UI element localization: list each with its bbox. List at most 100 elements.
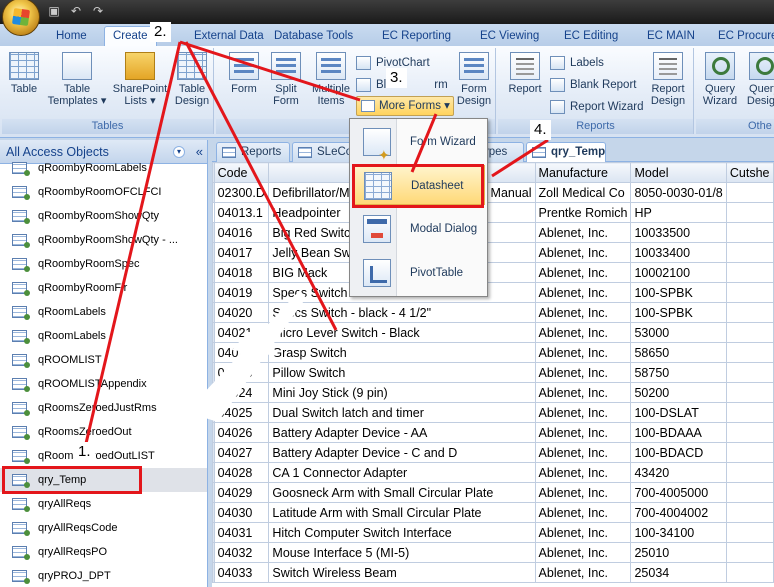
- table-cell[interactable]: Ablenet, Inc.: [534, 302, 632, 323]
- nav-item[interactable]: qRoombyRoomSpec: [0, 252, 207, 276]
- table-cell[interactable]: 04026: [213, 422, 270, 443]
- tab-create[interactable]: Create: [104, 26, 157, 47]
- table-cell[interactable]: [725, 402, 774, 423]
- table-row[interactable]: 04021 Micro Lever Switch - Black Ablenet, …: [212, 322, 774, 343]
- table-cell[interactable]: Mouse Interface 5 (MI-5): [268, 542, 536, 563]
- table-cell[interactable]: [725, 562, 774, 583]
- table-row[interactable]: 04026 Battery Adapter Device - AA Ablenet,…: [212, 422, 774, 443]
- query-design-button[interactable]: Query Design: [744, 52, 774, 107]
- table-cell[interactable]: 700-4004002: [630, 502, 727, 523]
- nav-item[interactable]: qryPROJ_DPT: [0, 564, 207, 587]
- report-button[interactable]: Report: [506, 52, 544, 95]
- table-templates-button[interactable]: Table Templates ▾: [46, 52, 108, 107]
- table-cell[interactable]: 04025: [213, 402, 270, 423]
- labels-button[interactable]: Labels: [550, 54, 604, 72]
- table-cell[interactable]: 100-DSLAT: [630, 402, 727, 423]
- table-row[interactable]: 04028 CA 1 Connector Adapter Ablenet, Inc.…: [212, 462, 774, 483]
- table-cell[interactable]: [725, 442, 774, 463]
- table-cell[interactable]: [725, 502, 774, 523]
- table-cell[interactable]: 10033400: [630, 242, 727, 263]
- table-cell[interactable]: Micro Lever Switch - Black: [268, 322, 536, 343]
- table-cell[interactable]: 04033: [213, 562, 270, 583]
- table-row[interactable]: 04031 Hitch Computer Switch Interface Able…: [212, 522, 774, 543]
- table-cell[interactable]: 58750: [630, 362, 727, 383]
- menu-item-form-wizard[interactable]: Form Wizard: [352, 122, 485, 175]
- nav-item[interactable]: qRoombyRoomShowQty: [0, 204, 207, 228]
- nav-item[interactable]: qRoombyRoomShowQty - ...: [0, 228, 207, 252]
- table-cell[interactable]: [725, 482, 774, 503]
- column-header[interactable]: Model: [630, 162, 727, 183]
- nav-item[interactable]: qRoomsZeroedOut: [0, 420, 207, 444]
- table-cell[interactable]: Ablenet, Inc.: [534, 402, 632, 423]
- menu-item-pivottable[interactable]: PivotTable: [352, 253, 485, 293]
- table-cell[interactable]: 04016: [213, 222, 270, 243]
- table-cell[interactable]: 04022: [213, 342, 270, 363]
- table-cell[interactable]: Grasp Switch: [268, 342, 536, 363]
- table-cell[interactable]: [725, 322, 774, 343]
- table-row[interactable]: 04013.1 Headpointer Prentke Romich HP: [212, 202, 774, 223]
- multiple-items-button[interactable]: Multiple Items: [308, 52, 354, 107]
- table-cell[interactable]: [725, 202, 774, 223]
- nav-item[interactable]: qRoomLabels: [0, 300, 207, 324]
- redo-icon[interactable]: ↷: [90, 3, 106, 19]
- table-row[interactable]: 04032 Mouse Interface 5 (MI-5) Ablenet, In…: [212, 542, 774, 563]
- table-row[interactable]: 04023 Pillow Switch Ablenet, Inc. 58750: [212, 362, 774, 383]
- report-design-button[interactable]: Report Design: [646, 52, 690, 107]
- table-cell[interactable]: Ablenet, Inc.: [534, 242, 632, 263]
- table-cell[interactable]: [725, 222, 774, 243]
- table-row[interactable]: 04030 Latitude Arm with Small Circular Pl…: [212, 502, 774, 523]
- table-cell[interactable]: Hitch Computer Switch Interface: [268, 522, 536, 543]
- table-cell[interactable]: 04028: [213, 462, 270, 483]
- table-cell[interactable]: 04032: [213, 542, 270, 563]
- table-cell[interactable]: Ablenet, Inc.: [534, 322, 632, 343]
- undo-icon[interactable]: ↶: [68, 3, 84, 19]
- table-cell[interactable]: 04019: [213, 282, 270, 303]
- table-cell[interactable]: 04020: [213, 302, 270, 323]
- table-cell[interactable]: [725, 362, 774, 383]
- nav-item[interactable]: qRoombyRoomLabels: [0, 156, 207, 180]
- table-cell[interactable]: 100-34100: [630, 522, 727, 543]
- table-cell[interactable]: 53000: [630, 322, 727, 343]
- column-header[interactable]: Cutshe: [725, 162, 774, 183]
- blank-report-button[interactable]: Blank Report: [550, 76, 636, 94]
- table-cell[interactable]: 100-SPBK: [630, 302, 727, 323]
- table-cell[interactable]: Ablenet, Inc.: [534, 542, 632, 563]
- table-cell[interactable]: [725, 462, 774, 483]
- query-wizard-button[interactable]: Query Wizard: [700, 52, 740, 107]
- table-cell[interactable]: 04029: [213, 482, 270, 503]
- split-form-button[interactable]: Split Form: [268, 52, 304, 107]
- table-cell[interactable]: Ablenet, Inc.: [534, 262, 632, 283]
- tab-home[interactable]: Home: [48, 27, 95, 46]
- table-cell[interactable]: 100-BDAAA: [630, 422, 727, 443]
- save-icon[interactable]: ▣: [46, 3, 62, 19]
- table-cell[interactable]: Ablenet, Inc.: [534, 342, 632, 363]
- nav-item[interactable]: qRoomLabels: [0, 324, 207, 348]
- nav-item[interactable]: qRoomsZeroedJustRms: [0, 396, 207, 420]
- table-cell[interactable]: 04013.1: [213, 202, 270, 223]
- table-cell[interactable]: Ablenet, Inc.: [534, 522, 632, 543]
- table-row[interactable]: 04029 Goosneck Arm with Small Circular Pl…: [212, 482, 774, 503]
- table-cell[interactable]: 58650: [630, 342, 727, 363]
- table-cell[interactable]: [725, 422, 774, 443]
- table-row[interactable]: 04020 Specs Switch - black - 4 1/2" Ablene…: [212, 302, 774, 323]
- more-forms-button[interactable]: More Forms ▾: [356, 96, 454, 116]
- sharepoint-lists-button[interactable]: SharePoint Lists ▾: [110, 52, 170, 107]
- nav-item[interactable]: qryAllReqs: [0, 492, 207, 516]
- nav-item[interactable]: qRoombyRoomFlr: [0, 276, 207, 300]
- table-cell[interactable]: Ablenet, Inc.: [534, 482, 632, 503]
- table-cell[interactable]: Ablenet, Inc.: [534, 282, 632, 303]
- tab-database-tools[interactable]: Database Tools: [266, 27, 361, 46]
- table-cell[interactable]: 04018: [213, 262, 270, 283]
- table-cell[interactable]: 04023: [213, 362, 270, 383]
- table-row[interactable]: 04033 Switch Wireless Beam Ablenet, Inc. 25…: [212, 562, 774, 583]
- table-cell[interactable]: 50200: [630, 382, 727, 403]
- table-cell[interactable]: Ablenet, Inc.: [534, 442, 632, 463]
- table-cell[interactable]: 10002100: [630, 262, 727, 283]
- menu-item-datasheet[interactable]: Datasheet: [352, 165, 485, 205]
- table-cell[interactable]: [725, 522, 774, 543]
- table-cell[interactable]: 04021: [213, 322, 270, 343]
- table-cell[interactable]: 04024: [213, 382, 270, 403]
- table-cell[interactable]: [725, 342, 774, 363]
- table-cell[interactable]: HP: [630, 202, 727, 223]
- table-row[interactable]: 04016Big Red Switch - single surface w/.…: [212, 222, 774, 243]
